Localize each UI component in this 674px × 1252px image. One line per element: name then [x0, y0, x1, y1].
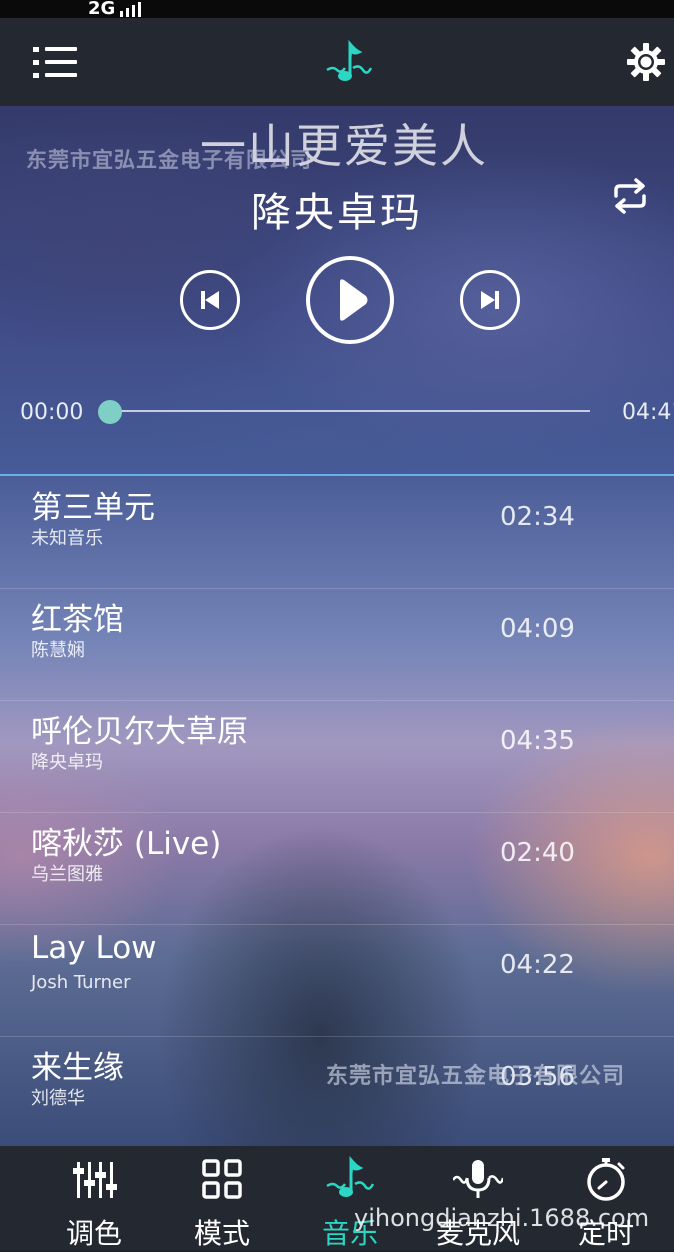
network-type: 2G: [88, 0, 116, 19]
elapsed-time: 00:00: [20, 400, 84, 425]
skip-next-icon: [481, 291, 499, 309]
track-duration: 04:22: [500, 950, 575, 980]
progress-thumb[interactable]: [98, 400, 122, 424]
timer-icon: [587, 1158, 625, 1201]
track-title: 红茶馆: [31, 602, 124, 638]
track-duration: 02:34: [500, 502, 575, 532]
track-title: 第三单元: [31, 490, 155, 526]
track-artist: 乌兰图雅: [31, 864, 103, 885]
track-artist: 陈慧娴: [31, 640, 85, 661]
microphone-icon: [453, 1160, 503, 1198]
playlist-row[interactable]: 第三单元 未知音乐 02:34: [0, 476, 674, 589]
track-artist: 刘德华: [31, 1088, 85, 1109]
playlist-row[interactable]: 呼伦贝尔大草原 降央卓玛 04:35: [0, 700, 674, 813]
playlist-row[interactable]: Lay Low Josh Turner 04:22: [0, 924, 674, 1037]
nav-item-equalizer[interactable]: 调色: [29, 1146, 159, 1250]
playlist-row[interactable]: 来生缘 刘德华 03:56: [0, 1036, 674, 1146]
track-title: 来生缘: [31, 1050, 124, 1086]
music-note-icon: [326, 1155, 375, 1197]
song-artist: 降央卓玛: [251, 190, 423, 236]
previous-button[interactable]: [180, 270, 240, 330]
equalizer-icon: [73, 1162, 117, 1198]
gear-icon[interactable]: [626, 42, 666, 82]
track-artist: 降央卓玛: [31, 752, 103, 773]
track-artist: Josh Turner: [31, 972, 131, 993]
track-artist: 未知音乐: [31, 528, 103, 549]
company-watermark: 东莞市宜弘五金电子有限公司: [326, 1064, 626, 1089]
nav-label: 模式: [193, 1217, 250, 1250]
status-bar: 2G: [0, 0, 674, 19]
playlist: 第三单元 未知音乐 02:34 红茶馆 陈慧娴 04:09 呼伦贝尔大草原 降央…: [0, 476, 674, 1146]
site-watermark: yihongdianzhi.1688.com: [354, 1204, 650, 1232]
menu-icon[interactable]: [33, 44, 77, 80]
playlist-row[interactable]: 红茶馆 陈慧娴 04:09: [0, 588, 674, 701]
top-bar: [0, 18, 674, 106]
repeat-icon[interactable]: [610, 178, 650, 214]
progress-track[interactable]: [110, 410, 590, 412]
next-button[interactable]: [460, 270, 520, 330]
grid-icon: [202, 1159, 242, 1199]
nav-item-microphone[interactable]: 麦克风: [413, 1146, 543, 1250]
nav-item-mode[interactable]: 模式: [157, 1146, 287, 1250]
track-title: 呼伦贝尔大草原: [31, 714, 248, 750]
track-title: Lay Low: [31, 930, 157, 966]
company-watermark: 东莞市宜弘五金电子有限公司: [26, 148, 312, 172]
music-logo-icon: [326, 40, 373, 81]
nav-item-timer[interactable]: 定时: [541, 1146, 671, 1250]
track-duration: 04:35: [500, 726, 575, 756]
bottom-nav: 调色 模式 音乐 麦克风 定时: [0, 1146, 674, 1250]
track-duration: 02:40: [500, 838, 575, 868]
now-playing-panel: 一山更爱美人 东莞市宜弘五金电子有限公司 降央卓玛 00:00 04:41: [0, 106, 674, 474]
total-time: 04:41: [622, 400, 674, 425]
skip-previous-icon: [201, 291, 219, 309]
signal-icon: [120, 2, 141, 17]
track-title: 喀秋莎 (Live): [31, 826, 222, 862]
play-button[interactable]: [306, 256, 394, 344]
nav-item-music[interactable]: 音乐: [285, 1146, 415, 1250]
track-duration: 04:09: [500, 614, 575, 644]
playlist-row[interactable]: 喀秋莎 (Live) 乌兰图雅 02:40: [0, 812, 674, 925]
nav-label: 调色: [65, 1217, 122, 1250]
play-icon: [340, 279, 368, 321]
